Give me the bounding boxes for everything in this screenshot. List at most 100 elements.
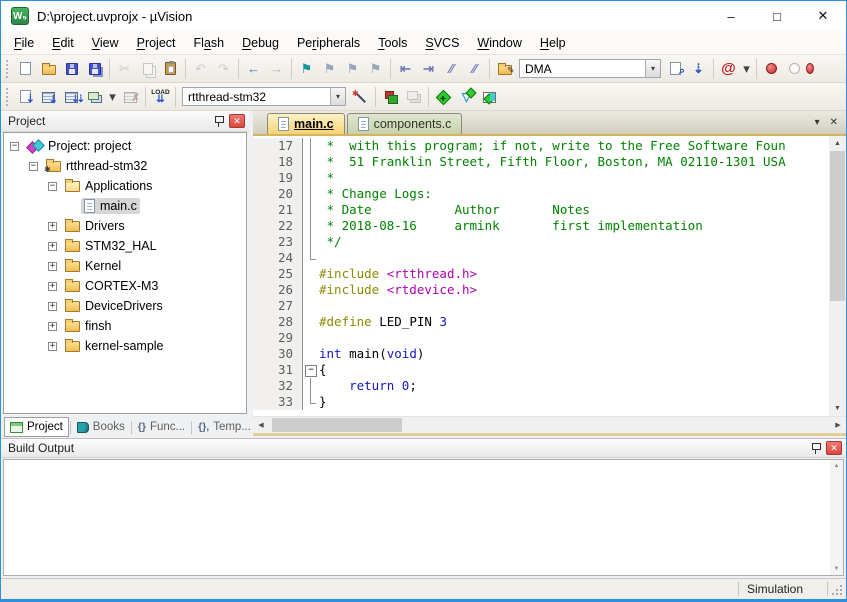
- scroll-up-icon[interactable]: ▲: [830, 460, 843, 472]
- breakpoint-toggle-button[interactable]: [760, 57, 783, 81]
- pin-icon[interactable]: [811, 442, 822, 455]
- code-editor[interactable]: 17 * with this program; if not, write to…: [253, 136, 829, 416]
- tab-components-c[interactable]: components.c: [347, 113, 463, 134]
- tree-item-cortex-m3[interactable]: +CORTEX-M3: [4, 276, 246, 296]
- menu-tools[interactable]: Tools: [369, 33, 416, 53]
- minimize-button[interactable]: –: [708, 1, 754, 31]
- panel-tab-books[interactable]: Books: [72, 417, 130, 437]
- scroll-right-icon[interactable]: ▶: [830, 417, 846, 433]
- new-file-button[interactable]: [14, 57, 37, 81]
- download-flash-button[interactable]: LOAD⇊: [149, 85, 172, 109]
- panel-tab-project[interactable]: Project: [4, 417, 69, 437]
- incremental-find-button[interactable]: ⇣: [687, 57, 710, 81]
- scroll-down-icon[interactable]: ▼: [829, 401, 846, 416]
- panel-tab-func[interactable]: {}Func...: [133, 417, 190, 437]
- target-options-button[interactable]: [349, 85, 372, 109]
- collapse-icon[interactable]: −: [10, 142, 19, 151]
- menu-view[interactable]: View: [83, 33, 128, 53]
- find-text-button[interactable]: [664, 57, 687, 81]
- expand-icon[interactable]: +: [48, 322, 57, 331]
- build-output-content[interactable]: [4, 460, 830, 575]
- panel-tab-temp[interactable]: {},Temp...: [193, 417, 256, 437]
- tree-item-project-project[interactable]: −Project: project: [4, 136, 246, 156]
- target-combo-dropdown-icon[interactable]: ▾: [330, 88, 345, 105]
- resize-grip[interactable]: [828, 579, 846, 599]
- breakpoint-kill-all-button[interactable]: [806, 57, 814, 81]
- tab-list-dropdown-icon[interactable]: ▾: [815, 117, 820, 128]
- menu-project[interactable]: Project: [128, 33, 185, 53]
- bookmark-next-button[interactable]: ⚑: [341, 57, 364, 81]
- navigate-forward-button[interactable]: →: [265, 57, 288, 81]
- find-combo[interactable]: DMA▾: [519, 59, 661, 78]
- close-document-icon[interactable]: ✕: [830, 117, 838, 128]
- menu-flash[interactable]: Flash: [185, 33, 234, 53]
- close-button[interactable]: ✕: [800, 1, 846, 31]
- navigate-back-button[interactable]: ←: [242, 57, 265, 81]
- tree-item-kernel-sample[interactable]: +kernel-sample: [4, 336, 246, 356]
- find-in-files-button[interactable]: [493, 57, 516, 81]
- editor-horizontal-scrollbar[interactable]: ◀ ▶: [253, 416, 846, 433]
- save-all-button[interactable]: [83, 57, 106, 81]
- collapse-icon[interactable]: −: [48, 182, 57, 191]
- scroll-left-icon[interactable]: ◀: [253, 417, 269, 433]
- tree-item-devicedrivers[interactable]: +DeviceDrivers: [4, 296, 246, 316]
- tree-item-drivers[interactable]: +Drivers: [4, 216, 246, 236]
- manage-rte-button[interactable]: [432, 85, 455, 109]
- breakpoint-enable-disable-button[interactable]: [783, 57, 806, 81]
- fold-box-icon[interactable]: [303, 362, 319, 378]
- scroll-up-icon[interactable]: ▲: [829, 136, 846, 151]
- editor-vertical-scrollbar[interactable]: ▲ ▼: [829, 136, 846, 416]
- batch-build-button[interactable]: [83, 85, 106, 109]
- menu-svcs[interactable]: SVCS: [416, 33, 468, 53]
- tree-item-finsh[interactable]: +finsh: [4, 316, 246, 336]
- scroll-down-icon[interactable]: ▼: [830, 563, 843, 575]
- find-combo-dropdown-icon[interactable]: ▾: [645, 60, 660, 77]
- scroll-thumb[interactable]: [272, 418, 402, 432]
- tree-item-stm32-hal[interactable]: +STM32_HAL: [4, 236, 246, 256]
- select-packs-button[interactable]: ▽: [455, 85, 478, 109]
- scroll-thumb[interactable]: [830, 151, 845, 301]
- tree-item-kernel[interactable]: +Kernel: [4, 256, 246, 276]
- bookmark-toggle-button[interactable]: ⚑: [295, 57, 318, 81]
- menu-window[interactable]: Window: [468, 33, 530, 53]
- batch-build-dropdown-button[interactable]: ▾: [106, 85, 119, 109]
- collapse-icon[interactable]: −: [29, 162, 38, 171]
- menu-file[interactable]: File: [5, 33, 43, 53]
- expand-icon[interactable]: +: [48, 302, 57, 311]
- expand-icon[interactable]: +: [48, 242, 57, 251]
- menu-help[interactable]: Help: [531, 33, 575, 53]
- tree-item-rtthread-stm32[interactable]: −rtthread-stm32: [4, 156, 246, 176]
- manage-components-button[interactable]: [379, 85, 402, 109]
- open-file-button[interactable]: [37, 57, 60, 81]
- indent-button[interactable]: ⇥: [417, 57, 440, 81]
- expand-icon[interactable]: +: [48, 262, 57, 271]
- start-stop-debug-button[interactable]: @: [717, 57, 740, 81]
- save-file-button[interactable]: [60, 57, 83, 81]
- bookmark-previous-button[interactable]: ⚑: [318, 57, 341, 81]
- rebuild-all-button[interactable]: [60, 85, 83, 109]
- maximize-button[interactable]: □: [754, 1, 800, 31]
- menu-peripherals[interactable]: Peripherals: [288, 33, 369, 53]
- debug-dropdown-button[interactable]: ▾: [740, 57, 753, 81]
- scroll-track[interactable]: [829, 151, 846, 401]
- comment-selection-button[interactable]: ∕∕: [440, 57, 463, 81]
- expand-icon[interactable]: +: [48, 222, 57, 231]
- scroll-track[interactable]: [269, 417, 830, 433]
- pack-installer-button[interactable]: [478, 85, 501, 109]
- menu-edit[interactable]: Edit: [43, 33, 83, 53]
- close-panel-button[interactable]: [229, 114, 245, 128]
- menu-debug[interactable]: Debug: [233, 33, 288, 53]
- close-panel-button[interactable]: [826, 441, 842, 455]
- translate-file-button[interactable]: [14, 85, 37, 109]
- build-target-button[interactable]: [37, 85, 60, 109]
- paste-button[interactable]: [159, 57, 182, 81]
- build-output-scrollbar[interactable]: ▲ ▼: [830, 460, 843, 575]
- uncomment-selection-button[interactable]: ∕∕: [463, 57, 486, 81]
- tree-item-applications[interactable]: −Applications: [4, 176, 246, 196]
- tab-main-c[interactable]: main.c: [267, 113, 345, 134]
- pin-icon[interactable]: [214, 115, 225, 128]
- tree-item-main-c[interactable]: main.c: [4, 196, 246, 216]
- expand-icon[interactable]: +: [48, 282, 57, 291]
- target-combo[interactable]: rtthread-stm32▾: [182, 87, 346, 106]
- bookmark-clear-all-button[interactable]: ⚑: [364, 57, 387, 81]
